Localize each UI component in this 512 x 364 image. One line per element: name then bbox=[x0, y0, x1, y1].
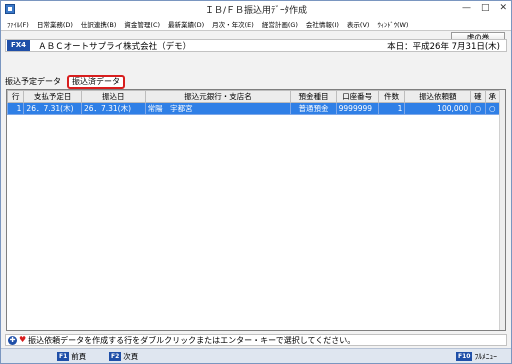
col-count: 件数 bbox=[377, 90, 406, 103]
source-bank-cell[interactable]: 常陽 宇都宮 bbox=[144, 102, 292, 115]
title-bar: ＩＢ/ＦＢ振込用ﾃﾞｰﾀ作成 — □ ✕ bbox=[1, 1, 511, 17]
approved-cell[interactable]: ○ bbox=[484, 102, 501, 115]
next-page-button[interactable]: F2 次頁 bbox=[109, 351, 138, 362]
col-payment-date: 支払予定日 bbox=[23, 90, 82, 103]
amount-cell[interactable]: 100,000 bbox=[404, 102, 472, 115]
product-badge: FX4 bbox=[7, 40, 31, 51]
menu-daily-work[interactable]: 日常業務(D) bbox=[37, 19, 73, 29]
menu-view[interactable]: 表示(V) bbox=[347, 19, 370, 29]
info-icon: ✚ bbox=[8, 335, 17, 345]
next-page-label: 次頁 bbox=[123, 352, 139, 361]
f1-key-badge: F1 bbox=[57, 352, 70, 361]
prev-page-label: 前頁 bbox=[71, 352, 87, 361]
window-title: ＩＢ/ＦＢ振込用ﾃﾞｰﾀ作成 bbox=[204, 6, 308, 16]
window-controls: — □ ✕ bbox=[462, 3, 507, 13]
menu-company-info[interactable]: 会社情報(I) bbox=[306, 19, 339, 29]
company-name: ＡＢＣオートサプライ株式会社（デモ） bbox=[38, 41, 192, 52]
col-row-number: 行 bbox=[6, 90, 25, 103]
col-deposit-type: 預金種目 bbox=[290, 90, 337, 103]
row-number-cell[interactable]: 1 bbox=[6, 102, 25, 115]
col-account-number: 口座番号 bbox=[335, 90, 379, 103]
heart-icon: ♥ bbox=[19, 335, 27, 344]
col-transfer-date: 振込日 bbox=[80, 90, 146, 103]
transfer-grid: 行 支払予定日 振込日 振込元銀行・支店名 預金種目 口座番号 件数 振込依頼額… bbox=[6, 89, 506, 331]
f2-key-badge: F2 bbox=[109, 352, 122, 361]
menu-business-plan[interactable]: 経営計画(G) bbox=[262, 19, 298, 29]
table-row[interactable]: 1 26．7.31(木) 26．7.31(木) 常陽 宇都宮 普通預金 9999… bbox=[6, 102, 501, 115]
col-approved: 承 bbox=[484, 90, 501, 103]
transfer-table: 行 支払予定日 振込日 振込元銀行・支店名 預金種目 口座番号 件数 振込依頼額… bbox=[6, 90, 501, 115]
status-bar: ✚ ♥ 振込依頼データを作成する行をダブルクリックまたはエンター・キーで選択して… bbox=[5, 334, 507, 346]
full-menu-button[interactable]: F10 ﾌﾙﾒﾆｭｰ bbox=[456, 351, 497, 362]
menu-bar: ﾌｧｲﾙ(F) 日常業務(D) 仕訳連携(B) 資金管理(C) 最新業績(D) … bbox=[1, 17, 511, 31]
today-date: 本日：平成26年 7月31日(木) bbox=[387, 41, 500, 52]
menu-journal-link[interactable]: 仕訳連携(B) bbox=[81, 19, 117, 29]
col-source-bank: 振込元銀行・支店名 bbox=[144, 90, 292, 103]
deposit-type-cell[interactable]: 普通預金 bbox=[290, 102, 337, 115]
vertical-scrollbar[interactable] bbox=[499, 90, 505, 330]
status-message: 振込依頼データを作成する行をダブルクリックまたはエンター・キーで選択してください… bbox=[28, 335, 356, 345]
function-key-bar: F1 前頁 F2 次頁 F10 ﾌﾙﾒﾆｭｰ bbox=[1, 348, 511, 363]
table-header: 行 支払予定日 振込日 振込元銀行・支店名 預金種目 口座番号 件数 振込依頼額… bbox=[6, 90, 501, 103]
maximize-button[interactable]: □ bbox=[481, 3, 490, 13]
tab-completed-transfer[interactable]: 振込済データ bbox=[67, 75, 125, 89]
close-button[interactable]: ✕ bbox=[499, 3, 507, 13]
menu-fund-management[interactable]: 資金管理(C) bbox=[124, 19, 160, 29]
app-window: ＩＢ/ＦＢ振込用ﾃﾞｰﾀ作成 — □ ✕ ﾌｧｲﾙ(F) 日常業務(D) 仕訳連… bbox=[0, 0, 512, 364]
prev-page-button[interactable]: F1 前頁 bbox=[57, 351, 86, 362]
f10-key-badge: F10 bbox=[456, 352, 473, 361]
menu-window[interactable]: ｳｨﾝﾄﾞｳ(W) bbox=[377, 19, 408, 29]
full-menu-label: ﾌﾙﾒﾆｭｰ bbox=[474, 352, 497, 361]
company-bar: FX4 ＡＢＣオートサプライ株式会社（デモ） 本日：平成26年 7月31日(木) bbox=[5, 39, 507, 52]
menu-monthly-yearly[interactable]: 月次・年次(E) bbox=[212, 19, 254, 29]
minimize-button[interactable]: — bbox=[462, 3, 471, 13]
col-amount: 振込依頼額 bbox=[404, 90, 472, 103]
menu-file[interactable]: ﾌｧｲﾙ(F) bbox=[7, 19, 29, 29]
account-number-cell[interactable]: 9999999 bbox=[335, 102, 379, 115]
col-confirmed: 確 bbox=[470, 90, 486, 103]
count-cell[interactable]: 1 bbox=[377, 102, 406, 115]
confirmed-cell[interactable]: ○ bbox=[470, 102, 486, 115]
menu-latest-performance[interactable]: 最新業績(D) bbox=[168, 19, 204, 29]
tab-scheduled-transfer[interactable]: 振込予定データ bbox=[5, 75, 61, 89]
transfer-date-cell[interactable]: 26．7.31(木) bbox=[80, 102, 146, 115]
payment-date-cell[interactable]: 26．7.31(木) bbox=[23, 102, 82, 115]
